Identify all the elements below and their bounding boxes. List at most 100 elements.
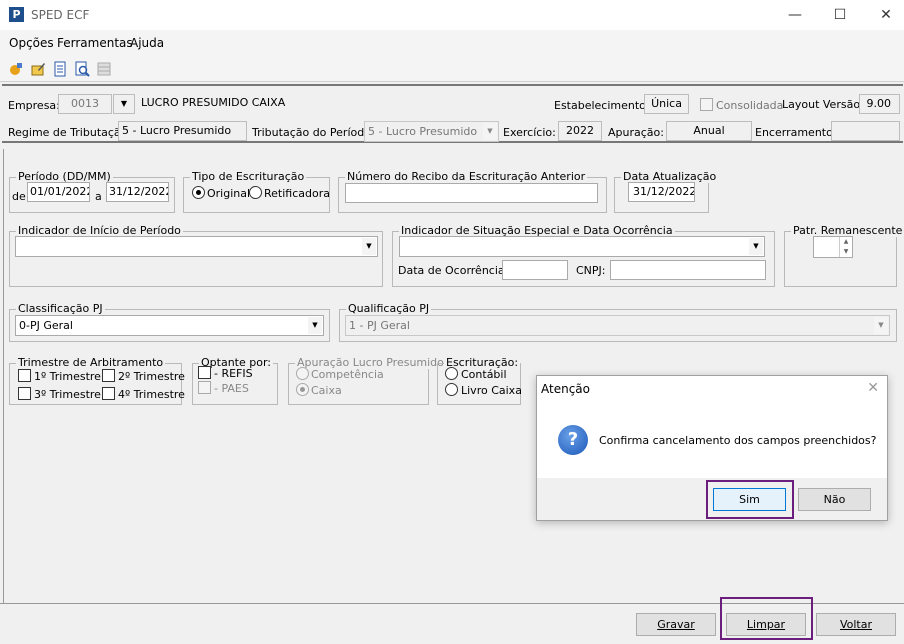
classificacao-group: Classificação PJ 0-PJ Geral ▼ <box>9 302 330 342</box>
paes-label: - PAES <box>214 382 249 395</box>
stepper-up-icon[interactable]: ▲ <box>839 237 852 247</box>
minimize-button[interactable]: — <box>778 4 812 26</box>
indicador-situacao-select[interactable]: ▼ <box>399 236 765 257</box>
edit-icon[interactable] <box>30 61 46 77</box>
preview-icon[interactable] <box>74 61 90 77</box>
tipo-escrituracao-title: Tipo de Escrituração <box>190 170 307 183</box>
layout-version-field: 9.00 <box>859 94 900 114</box>
encerramento-field <box>831 121 900 141</box>
caixa-label: Caixa <box>311 384 342 397</box>
recibo-field[interactable] <box>345 183 598 203</box>
cnpj-field[interactable] <box>610 260 766 280</box>
encerramento-label: Encerramento: <box>755 126 837 139</box>
voltar-button[interactable]: Voltar <box>816 613 896 636</box>
data-ocorrencia-field[interactable] <box>502 260 568 280</box>
paes-checkbox <box>198 381 211 394</box>
original-radio[interactable] <box>192 186 205 199</box>
empresa-code-field[interactable]: 0013 <box>58 94 112 114</box>
nao-button[interactable]: Não <box>798 488 871 511</box>
patr-remanescente-stepper[interactable]: ▲ ▼ <box>813 236 853 258</box>
contabil-label: Contábil <box>461 368 507 381</box>
chevron-down-icon: ▼ <box>362 238 376 255</box>
document-icon[interactable] <box>52 61 68 77</box>
original-label: Original <box>207 187 251 200</box>
empresa-name: LUCRO PRESUMIDO CAIXA <box>141 96 286 109</box>
gravar-button[interactable]: Gravar <box>636 613 716 636</box>
regime-field: 5 - Lucro Presumido <box>118 121 247 141</box>
trimestre-1-checkbox[interactable] <box>18 369 31 382</box>
open-icon[interactable] <box>8 61 24 77</box>
refis-checkbox[interactable] <box>198 366 211 379</box>
optante-group: Optante por: - REFIS - PAES <box>192 356 278 405</box>
trimestre-title: Trimestre de Arbitramento <box>16 356 166 369</box>
classificacao-title: Classificação PJ <box>16 302 105 315</box>
chevron-down-icon: ▼ <box>874 317 888 334</box>
question-icon: ? <box>558 425 588 455</box>
apuracao-field: Anual <box>666 121 752 141</box>
regime-label: Regime de Tributação: <box>8 126 132 139</box>
apuracao-label: Apuração: <box>608 126 664 139</box>
qualificacao-title: Qualificação PJ <box>346 302 432 315</box>
tributacao-periodo-label: Tributação do Período: <box>252 126 375 139</box>
livro-caixa-label: Livro Caixa <box>461 384 522 397</box>
toolbar <box>0 56 904 82</box>
trimestre-4-label: 4º Trimestre <box>118 388 185 401</box>
chevron-down-icon: ▼ <box>483 123 497 140</box>
trimestre-3-label: 3º Trimestre <box>34 388 101 401</box>
classificacao-select[interactable]: 0-PJ Geral ▼ <box>15 315 324 336</box>
exercicio-field: 2022 <box>558 121 602 141</box>
dialog-message: Confirma cancelamento dos campos preench… <box>599 434 877 447</box>
refis-label: - REFIS <box>214 367 253 380</box>
periodo-a-label: a <box>95 190 102 203</box>
header-panel: Empresa: 0013 ▼ LUCRO PRESUMIDO CAIXA Es… <box>2 84 903 143</box>
data-ocorrencia-label: Data de Ocorrência: <box>398 264 509 277</box>
retificadora-label: Retificadora <box>264 187 330 200</box>
menu-ajuda[interactable]: Ajuda <box>130 36 164 50</box>
empresa-dropdown-button[interactable]: ▼ <box>113 94 135 114</box>
competencia-radio <box>296 367 309 380</box>
tipo-escrituracao-group: Tipo de Escrituração Original Retificado… <box>183 170 330 213</box>
caixa-radio <box>296 383 309 396</box>
maximize-button[interactable]: ☐ <box>823 4 857 26</box>
periodo-from-field[interactable]: 01/01/2022 <box>27 182 90 202</box>
indicador-situacao-group: Indicador de Situação Especial e Data Oc… <box>392 224 775 287</box>
close-button[interactable]: ✕ <box>869 4 903 26</box>
apuracao-lp-group: Apuração Lucro Presumido Competência Cai… <box>288 356 446 405</box>
layout-label: Layout Versão: <box>782 98 864 111</box>
trimestre-1-label: 1º Trimestre <box>34 370 101 383</box>
grid-icon <box>97 62 111 76</box>
window-title: SPED ECF <box>31 8 90 22</box>
competencia-label: Competência <box>311 368 384 381</box>
dialog-close-icon[interactable]: ✕ <box>867 380 879 396</box>
menu-bar: Opções Ferramentas Ajuda <box>0 30 904 56</box>
contabil-radio[interactable] <box>445 367 458 380</box>
stepper-down-icon[interactable]: ▼ <box>839 247 852 257</box>
qualificacao-select: 1 - PJ Geral ▼ <box>345 315 890 336</box>
title-bar: P SPED ECF — ☐ ✕ <box>0 0 904 30</box>
menu-ferramentas[interactable]: Ferramentas <box>57 36 133 50</box>
trimestre-2-checkbox[interactable] <box>102 369 115 382</box>
chevron-down-icon: ▼ <box>749 238 763 255</box>
indicador-inicio-select[interactable]: ▼ <box>15 236 378 257</box>
periodo-de-label: de <box>12 190 26 203</box>
estabelecimento-field: Única <box>644 94 689 114</box>
livro-caixa-radio[interactable] <box>445 383 458 396</box>
trimestre-2-label: 2º Trimestre <box>118 370 185 383</box>
data-atualizacao-field[interactable]: 31/12/2022 <box>628 182 695 202</box>
app-logo-icon: P <box>9 7 24 22</box>
patr-remanescente-group: Patr. Remanescente ▲ ▼ <box>784 224 904 287</box>
indicador-inicio-group: Indicador de Início de Período ▼ <box>9 224 383 287</box>
trimestre-3-checkbox[interactable] <box>18 387 31 400</box>
periodo-to-field[interactable]: 31/12/2022 <box>106 182 169 202</box>
empresa-label: Empresa: <box>8 99 60 112</box>
trimestre-4-checkbox[interactable] <box>102 387 115 400</box>
retificadora-radio[interactable] <box>249 186 262 199</box>
cnpj-label: CNPJ: <box>576 264 606 277</box>
data-atualizacao-group: Data Atualização 31/12/2022 <box>614 170 719 213</box>
chevron-down-icon: ▼ <box>308 317 322 334</box>
menu-opcoes[interactable]: Opções <box>9 36 54 50</box>
consolidada-checkbox <box>700 98 713 111</box>
periodo-group: Período (DD/MM) de 01/01/2022 a 31/12/20… <box>9 170 175 213</box>
limpar-highlight <box>720 597 813 640</box>
dialog-title: Atenção <box>541 382 590 396</box>
